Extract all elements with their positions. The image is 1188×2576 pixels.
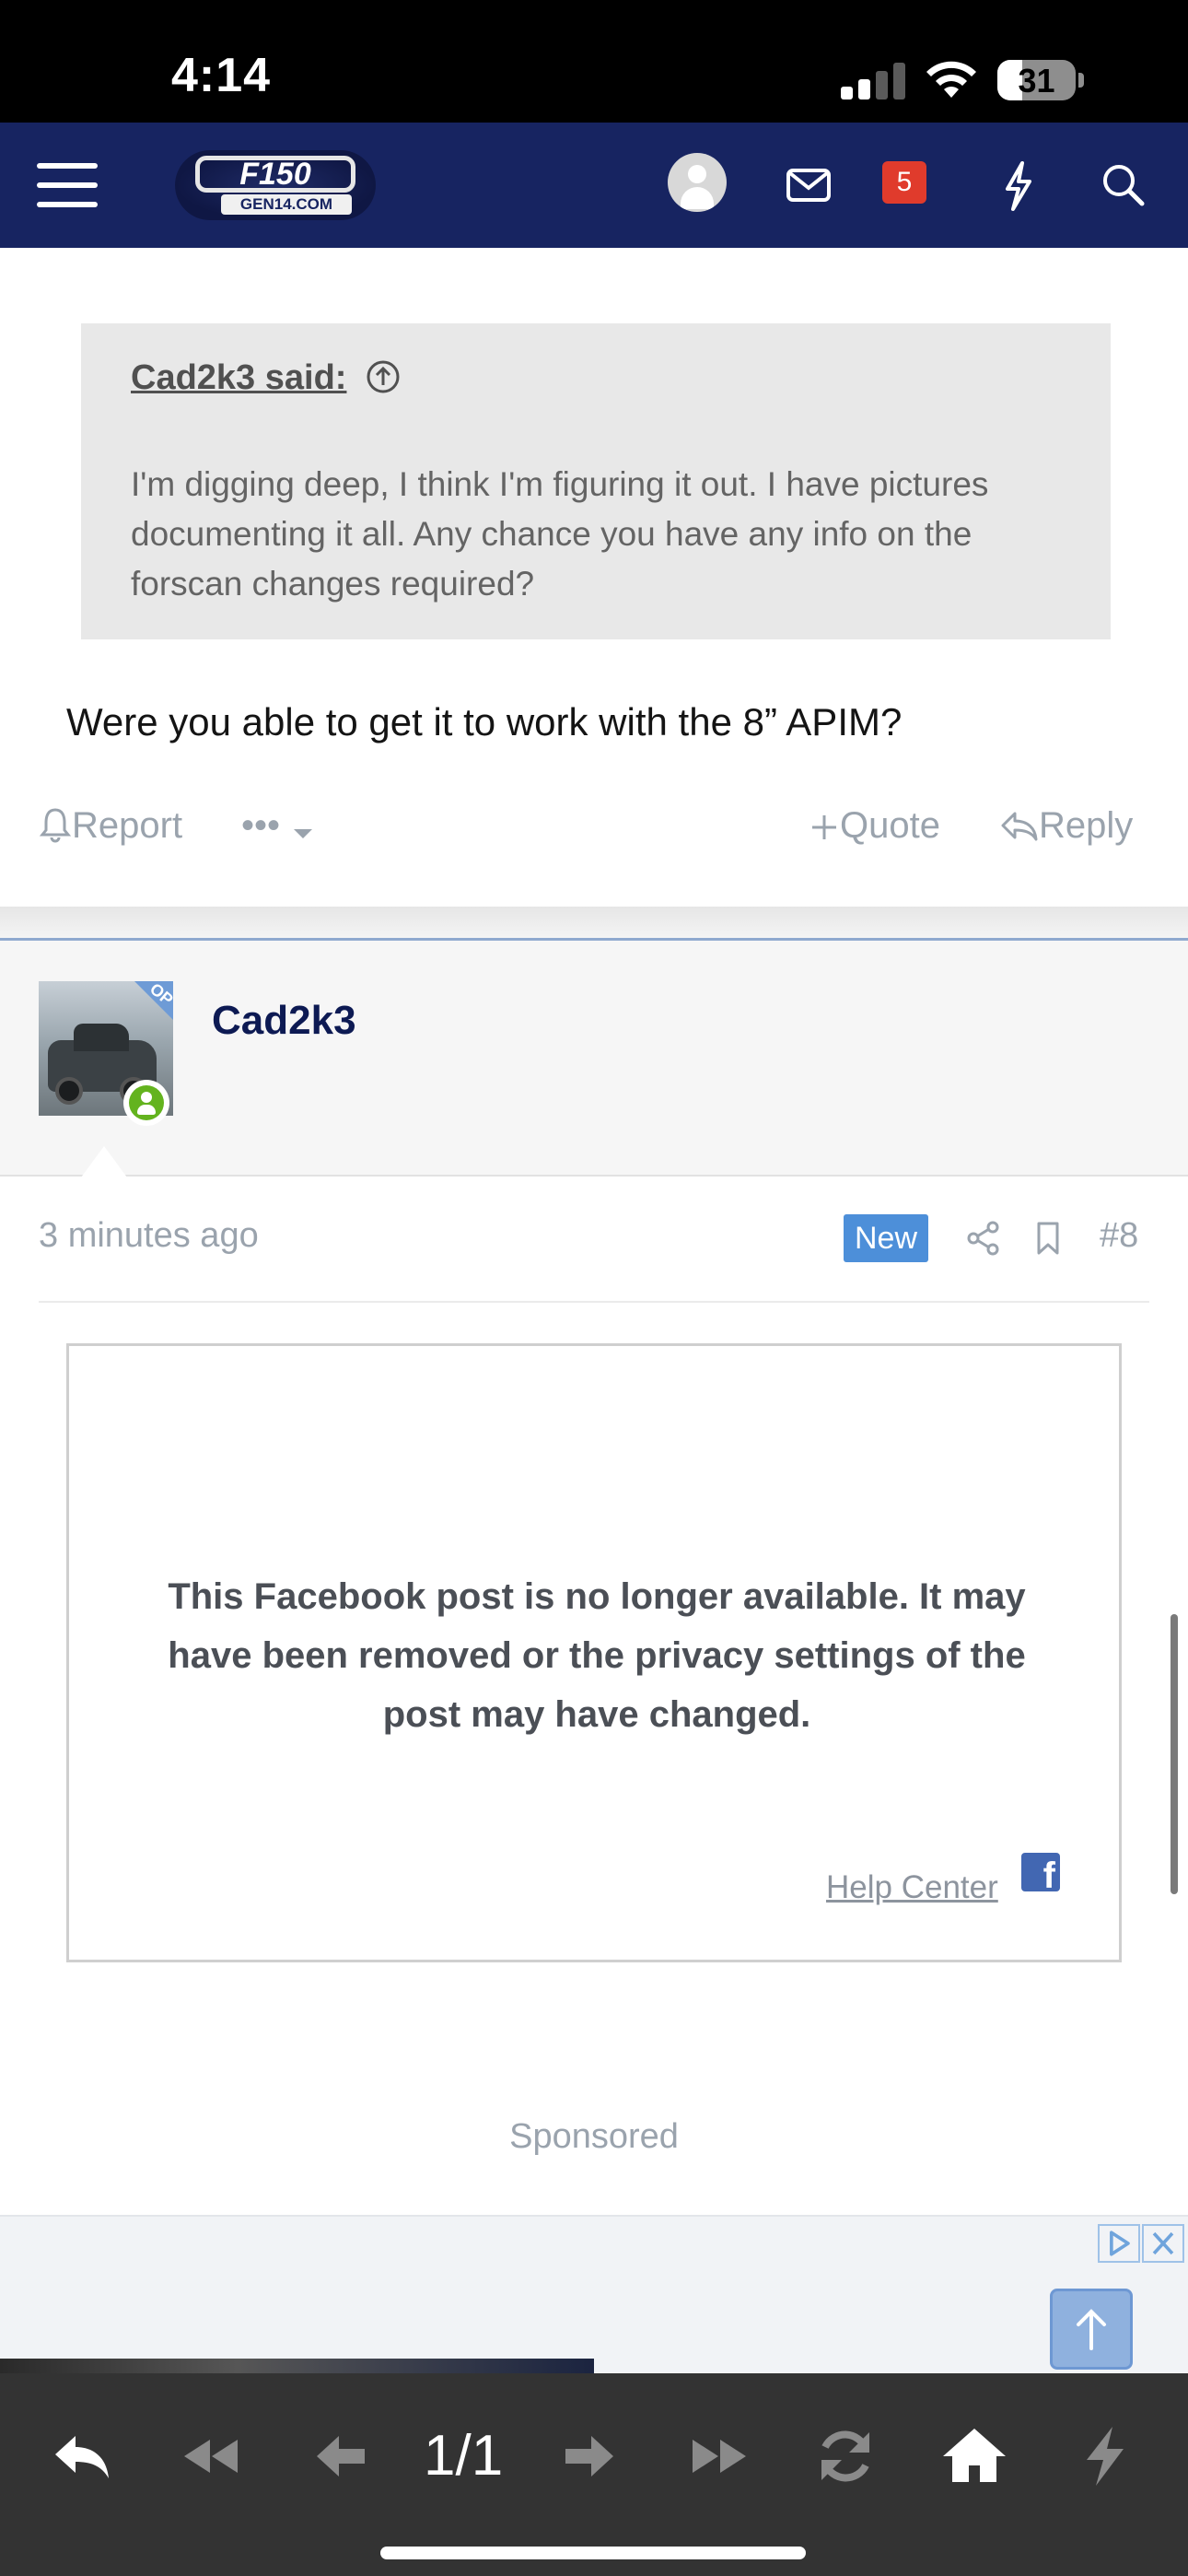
chevron-down-icon bbox=[294, 829, 313, 838]
help-center-link[interactable]: Help Center bbox=[826, 1869, 998, 1906]
report-label: Report bbox=[72, 805, 183, 846]
logo-sub-text: GEN14.COM bbox=[221, 194, 352, 215]
post-separator bbox=[0, 907, 1188, 940]
facebook-embed: This Facebook post is no longer availabl… bbox=[66, 1343, 1122, 1962]
facebook-icon[interactable]: f bbox=[1021, 1853, 1060, 1891]
quote-author-link[interactable]: Cad2k3 said: bbox=[131, 358, 346, 398]
search-icon[interactable] bbox=[1096, 158, 1151, 213]
post-user-header: OP Cad2k3 bbox=[0, 941, 1188, 1177]
reply-icon bbox=[1001, 812, 1038, 841]
logo-main-text: F150 bbox=[195, 156, 355, 193]
status-bar: 4:14 31 bbox=[0, 0, 1188, 123]
bookmark-icon[interactable] bbox=[1030, 1220, 1066, 1257]
page-indicator[interactable]: 1/1 bbox=[424, 2423, 503, 2488]
quote-text: I'm digging deep, I think I'm figuring i… bbox=[131, 465, 989, 603]
post-meta: 3 minutes ago New #8 bbox=[0, 1177, 1188, 1301]
wifi-icon bbox=[926, 61, 976, 98]
previous-page-icon[interactable] bbox=[304, 2419, 378, 2493]
quote-block: Cad2k3 said: I'm digging deep, I think I… bbox=[81, 323, 1111, 639]
bell-icon bbox=[39, 808, 72, 843]
more-options-button[interactable]: ••• bbox=[241, 805, 316, 847]
ad-banner[interactable] bbox=[0, 2215, 1188, 2375]
site-navbar: F150 GEN14.COM 5 bbox=[0, 123, 1188, 248]
arrow-up-icon bbox=[1077, 2309, 1106, 2350]
status-time: 4:14 bbox=[171, 49, 272, 102]
lightning-icon[interactable] bbox=[991, 158, 1046, 213]
plus-icon bbox=[812, 815, 836, 839]
online-status-icon bbox=[123, 1080, 169, 1126]
lightning-toolbar-icon[interactable] bbox=[1068, 2419, 1142, 2493]
facebook-logo-letter: f bbox=[1042, 1856, 1055, 1891]
cellular-signal-icon bbox=[841, 61, 907, 100]
battery-icon: 31 bbox=[997, 60, 1076, 100]
page: 4:14 31 F150 GEN14.COM 5 Cad2k3 said: I'… bbox=[0, 0, 1188, 2576]
report-button[interactable]: Report bbox=[39, 805, 182, 847]
username-link[interactable]: Cad2k3 bbox=[212, 998, 356, 1044]
battery-tip bbox=[1078, 73, 1084, 88]
reply-label: Reply bbox=[1039, 805, 1134, 846]
scroll-to-top-button[interactable] bbox=[1050, 2289, 1133, 2370]
quote-label: Quote bbox=[840, 805, 940, 846]
new-badge: New bbox=[844, 1214, 928, 1262]
refresh-icon[interactable] bbox=[809, 2419, 882, 2493]
next-page-icon[interactable] bbox=[553, 2419, 626, 2493]
post-number-link[interactable]: #8 bbox=[1100, 1216, 1138, 1256]
meta-divider bbox=[39, 1301, 1149, 1303]
more-label: ••• bbox=[241, 805, 281, 846]
first-page-icon[interactable] bbox=[175, 2419, 249, 2493]
share-icon[interactable] bbox=[965, 1220, 1002, 1257]
battery-level: 31 bbox=[1018, 62, 1055, 100]
post-message: Were you able to get it to work with the… bbox=[66, 700, 903, 744]
page-scrollbar[interactable] bbox=[1171, 1614, 1178, 1894]
account-avatar[interactable] bbox=[668, 153, 727, 212]
bottom-toolbar: 1/1 bbox=[0, 2373, 1188, 2576]
last-page-icon[interactable] bbox=[681, 2419, 755, 2493]
post-timestamp[interactable]: 3 minutes ago bbox=[39, 1216, 259, 1256]
reply-button[interactable]: Reply bbox=[1000, 805, 1133, 847]
facebook-unavailable-message: This Facebook post is no longer availabl… bbox=[168, 1576, 1026, 1735]
adchoices-icon[interactable] bbox=[1098, 2224, 1140, 2263]
home-indicator[interactable] bbox=[380, 2547, 806, 2559]
menu-icon[interactable] bbox=[37, 159, 98, 211]
inbox-icon[interactable] bbox=[781, 158, 836, 213]
jump-to-quote-icon[interactable] bbox=[365, 358, 402, 395]
alerts-badge[interactable]: 5 bbox=[882, 161, 926, 204]
quote-button[interactable]: Quote bbox=[809, 805, 940, 847]
back-reply-icon[interactable] bbox=[46, 2419, 120, 2493]
sponsored-label: Sponsored bbox=[509, 2117, 679, 2156]
site-logo[interactable]: F150 GEN14.COM bbox=[175, 150, 376, 220]
post-actions: Report ••• Quote Reply bbox=[0, 802, 1188, 857]
home-icon[interactable] bbox=[938, 2419, 1011, 2493]
close-ad-icon[interactable] bbox=[1142, 2224, 1184, 2263]
